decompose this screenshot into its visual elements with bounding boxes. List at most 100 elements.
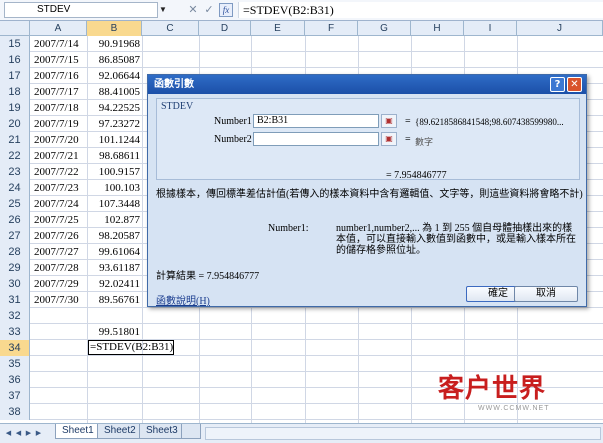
row-header[interactable]: 21 <box>0 132 30 148</box>
cell-b[interactable]: 86.85087 <box>88 52 140 68</box>
number1-equals: = <box>405 116 411 127</box>
select-all-corner[interactable] <box>0 21 30 36</box>
cell-b[interactable]: 93.61187 <box>88 260 140 276</box>
row-header[interactable]: 20 <box>0 116 30 132</box>
number1-range-picker-icon[interactable]: ▣ <box>381 114 397 128</box>
number1-input[interactable]: B2:B31 <box>253 114 379 128</box>
row-header[interactable]: 30 <box>0 276 30 292</box>
cell-a[interactable]: 2007/7/18 <box>34 100 79 116</box>
number2-input[interactable] <box>253 132 379 146</box>
tab-sheet1[interactable]: Sheet1 <box>55 424 101 439</box>
column-header-j[interactable]: J <box>517 21 603 36</box>
cell-b[interactable]: 101.1244 <box>88 132 140 148</box>
formula-input[interactable]: =STDEV(B2:B31) <box>238 2 603 18</box>
cell-a[interactable]: 2007/7/17 <box>34 84 79 100</box>
row-header[interactable]: 34 <box>0 340 30 356</box>
prev-sheet-icon[interactable]: ◀ <box>14 427 23 439</box>
cell-b[interactable]: 98.68611 <box>88 148 140 164</box>
horizontal-scrollbar[interactable] <box>205 427 601 440</box>
column-header-i[interactable]: I <box>464 21 517 36</box>
cell-b[interactable]: 89.56761 <box>88 292 140 308</box>
name-box[interactable]: STDEV <box>4 2 158 18</box>
cell-a[interactable]: 2007/7/20 <box>34 132 79 148</box>
row-header[interactable]: 37 <box>0 388 30 404</box>
cell-b[interactable]: 92.06644 <box>88 68 140 84</box>
cancel-button[interactable]: 取消 <box>514 286 578 302</box>
column-header-d[interactable]: D <box>199 21 251 36</box>
row-header[interactable]: 29 <box>0 260 30 276</box>
row-header[interactable]: 25 <box>0 196 30 212</box>
cell-a[interactable]: 2007/7/23 <box>34 180 79 196</box>
next-sheet-icon[interactable]: ▶ <box>24 427 33 439</box>
cell-b[interactable] <box>88 356 140 372</box>
column-header-c[interactable]: C <box>142 21 199 36</box>
cell-b[interactable]: 92.02411 <box>88 276 140 292</box>
row-header[interactable]: 35 <box>0 356 30 372</box>
row-header[interactable]: 22 <box>0 148 30 164</box>
cell-b[interactable]: 98.20587 <box>88 228 140 244</box>
row-header[interactable]: 23 <box>0 164 30 180</box>
cell-a[interactable]: 2007/7/28 <box>34 260 79 276</box>
row-header[interactable]: 18 <box>0 84 30 100</box>
cell-b[interactable]: 100.9157 <box>88 164 140 180</box>
row-header[interactable]: 27 <box>0 228 30 244</box>
enter-formula-icon[interactable]: ✓ <box>202 3 216 17</box>
row-header[interactable]: 26 <box>0 212 30 228</box>
cell-a[interactable]: 2007/7/14 <box>34 36 79 52</box>
cell-a[interactable]: 2007/7/15 <box>34 52 79 68</box>
column-header-b[interactable]: B <box>87 21 142 36</box>
row-header[interactable]: 31 <box>0 292 30 308</box>
column-header-a[interactable]: A <box>30 21 87 36</box>
tab-sheet2[interactable]: Sheet2 <box>97 424 143 439</box>
cell-b[interactable]: 88.41005 <box>88 84 140 100</box>
cell-a[interactable]: 2007/7/27 <box>34 244 79 260</box>
row-header[interactable]: 17 <box>0 68 30 84</box>
insert-function-button[interactable]: fx <box>219 3 233 17</box>
last-sheet-icon[interactable]: ▶ <box>34 427 43 439</box>
row-header[interactable]: 15 <box>0 36 30 52</box>
row-header[interactable]: 38 <box>0 404 30 420</box>
cell-b[interactable]: 99.61064 <box>88 244 140 260</box>
cell-b[interactable]: 97.23272 <box>88 116 140 132</box>
cell-b[interactable] <box>88 404 140 420</box>
column-header-e[interactable]: E <box>251 21 305 36</box>
function-help-link[interactable]: 函數說明(H) <box>156 292 210 307</box>
column-header-h[interactable]: H <box>411 21 464 36</box>
row-header[interactable]: 16 <box>0 52 30 68</box>
tab-sheet3[interactable]: Sheet3 <box>139 424 185 439</box>
row-header[interactable]: 32 <box>0 308 30 324</box>
cell-b[interactable]: 94.22525 <box>88 100 140 116</box>
cell-a[interactable]: 2007/7/16 <box>34 68 79 84</box>
cell-b[interactable]: 100.103 <box>88 180 140 196</box>
cell-b[interactable] <box>88 308 140 324</box>
cancel-formula-icon[interactable]: ✕ <box>186 3 200 17</box>
cell-b[interactable] <box>88 388 140 404</box>
insert-sheet-icon[interactable] <box>181 424 201 439</box>
row-header[interactable]: 36 <box>0 372 30 388</box>
cell-b[interactable] <box>88 372 140 388</box>
cell-a[interactable]: 2007/7/21 <box>34 148 79 164</box>
row-header[interactable]: 24 <box>0 180 30 196</box>
cell-a[interactable]: 2007/7/30 <box>34 292 79 308</box>
cell-a[interactable]: 2007/7/29 <box>34 276 79 292</box>
cell-b[interactable]: 102.877 <box>88 212 140 228</box>
cell-b[interactable]: 99.51801 <box>88 324 140 340</box>
row-header[interactable]: 28 <box>0 244 30 260</box>
cell-b[interactable]: 90.91968 <box>88 36 140 52</box>
cell-a[interactable]: 2007/7/22 <box>34 164 79 180</box>
cell-b[interactable]: =STDEV(B2:B31) <box>88 340 175 355</box>
number2-range-picker-icon[interactable]: ▣ <box>381 132 397 146</box>
cell-a[interactable]: 2007/7/24 <box>34 196 79 212</box>
close-icon[interactable]: ✕ <box>567 77 582 92</box>
column-header-g[interactable]: G <box>358 21 411 36</box>
help-icon[interactable]: ? <box>550 77 565 92</box>
cell-a[interactable]: 2007/7/26 <box>34 228 79 244</box>
column-header-f[interactable]: F <box>305 21 358 36</box>
name-box-dropdown-icon[interactable]: ▼ <box>158 2 168 18</box>
cell-a[interactable]: 2007/7/19 <box>34 116 79 132</box>
first-sheet-icon[interactable]: ◀ <box>4 427 13 439</box>
row-header[interactable]: 33 <box>0 324 30 340</box>
row-header[interactable]: 19 <box>0 100 30 116</box>
cell-b[interactable]: 107.3448 <box>88 196 140 212</box>
cell-a[interactable]: 2007/7/25 <box>34 212 79 228</box>
